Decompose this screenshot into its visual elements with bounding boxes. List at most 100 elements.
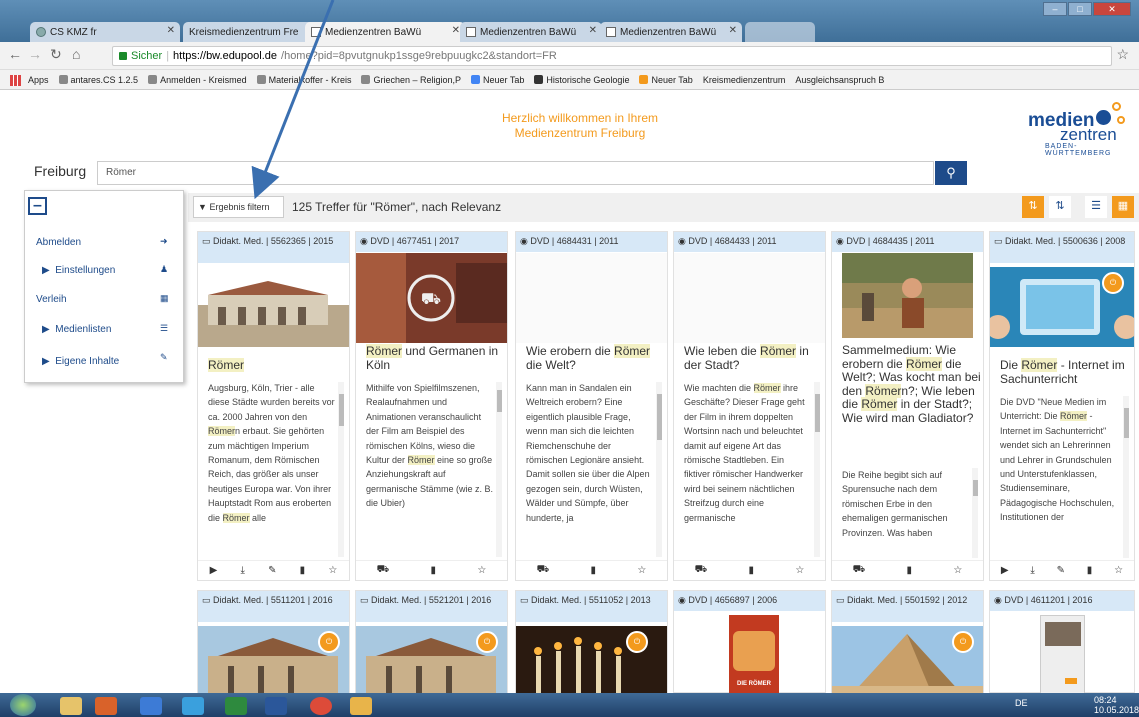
search-button[interactable]: ⚲ — [935, 161, 967, 185]
url-input[interactable]: Sicher | https://bw.edupool.de/home?pid=… — [112, 46, 1112, 66]
card-thumbnail[interactable]: DIE RÖMER — [729, 615, 779, 694]
bookmark-item[interactable]: Anmelden - Kreismed — [148, 75, 247, 85]
result-card[interactable]: ▭ Didakt. Med. | 5511052 | 2013 ⏻ — [515, 590, 668, 694]
result-card[interactable]: ▭ Didakt. Med. | 5562365 | 2015 Römer Au… — [197, 231, 350, 581]
scrollbar[interactable] — [1123, 396, 1129, 558]
sidebar-item-einstellungen[interactable]: ▶ Einstellungen — [42, 265, 115, 276]
excel-icon[interactable] — [225, 697, 247, 715]
bookmark-item[interactable]: Neuer Tab — [471, 75, 524, 85]
apps-icon[interactable] — [10, 75, 21, 86]
chrome-icon[interactable] — [310, 697, 332, 715]
system-clock[interactable]: 08:24 10.05.2018 — [1094, 695, 1139, 715]
forward-icon[interactable]: → — [28, 46, 42, 62]
document-icon[interactable]: ▮ — [431, 565, 437, 576]
scrollbar[interactable] — [972, 468, 978, 558]
bookmark-item[interactable]: Kreismedienzentrum — [703, 75, 786, 85]
download-icon[interactable]: ⤓ — [1030, 565, 1034, 576]
card-thumbnail[interactable] — [1040, 615, 1085, 694]
edit-icon[interactable]: ✎ — [1057, 565, 1065, 576]
word-icon[interactable] — [265, 697, 287, 715]
ie-icon[interactable] — [182, 697, 204, 715]
card-title[interactable]: Sammelmedium: Wie erobern die Römer die … — [842, 343, 982, 425]
card-thumbnail[interactable]: ⛟ — [356, 253, 507, 343]
bookmark-item[interactable]: Apps — [28, 75, 49, 85]
result-card[interactable]: ◉ DVD | 4656897 | 2006 DIE RÖMER — [673, 590, 826, 694]
close-icon[interactable]: ✕ — [452, 25, 460, 36]
star-icon[interactable]: ☆ — [1114, 565, 1123, 576]
result-card[interactable]: ◉ DVD | 4677451 | 2017 ⛟ Römer und Germa… — [355, 231, 508, 581]
document-icon[interactable]: ▮ — [1087, 565, 1093, 576]
result-card[interactable]: ◉ DVD | 4611201 | 2016 — [989, 590, 1135, 694]
play-icon[interactable]: ▶ — [1001, 565, 1009, 576]
document-icon[interactable]: ▮ — [749, 565, 755, 576]
document-icon[interactable]: ▮ — [591, 565, 597, 576]
maximize-icon[interactable]: □ — [1068, 2, 1092, 16]
result-card[interactable]: ◉ DVD | 4684435 | 2011 Sammelmedium: Wie… — [831, 231, 984, 581]
star-icon[interactable]: ☆ — [477, 565, 486, 576]
cart-icon[interactable]: ⛟ — [537, 564, 550, 577]
result-card[interactable]: ▭ Didakt. Med. | 5500636 | 2008 ⏻ Die Rö… — [989, 231, 1135, 581]
scrollbar[interactable] — [496, 382, 502, 557]
result-card[interactable]: ▭ Didakt. Med. | 5501592 | 2012 ⏻ — [831, 590, 984, 694]
browser-tab[interactable]: CS KMZ fr ✕ — [30, 22, 180, 42]
sidebar-item-verleih[interactable]: Verleih — [36, 294, 67, 305]
card-title[interactable]: Die Römer - Internet im Sachunterricht — [1000, 358, 1130, 386]
search-input[interactable]: Römer — [97, 161, 934, 185]
google-icon[interactable] — [140, 697, 162, 715]
star-icon[interactable]: ☆ — [953, 565, 962, 576]
card-thumbnail[interactable] — [674, 253, 825, 343]
card-thumbnail[interactable] — [832, 253, 983, 338]
download-icon[interactable]: ⤓ — [240, 565, 244, 576]
bookmark-item[interactable]: Materialkoffer - Kreis — [256, 75, 351, 85]
bookmark-item[interactable]: Historische Geologie — [534, 75, 629, 85]
grid-view-icon[interactable]: ▦ — [1112, 196, 1134, 218]
browser-tab[interactable]: Medienzentren BaWü ✕ — [460, 22, 602, 42]
reload-icon[interactable]: ↻ — [50, 46, 62, 63]
browser-tab[interactable]: Kreismedienzentrum Fre✕ — [183, 22, 321, 42]
result-card[interactable]: ◉ DVD | 4684433 | 2011 Wie leben die Röm… — [673, 231, 826, 581]
bookmark-item[interactable]: Neuer Tab — [639, 75, 693, 85]
filter-results-button[interactable]: ▼ Ergebnis filtern — [193, 196, 284, 218]
result-card[interactable]: ▭ Didakt. Med. | 5521201 | 2016 ⏻ — [355, 590, 508, 694]
medienzentren-logo[interactable]: medien zentren BADEN-WÜRTTEMBERG — [1000, 100, 1135, 157]
cart-icon[interactable]: ⛟ — [853, 564, 866, 577]
sidebar-item-abmelden[interactable]: Abmelden — [36, 237, 81, 248]
language-indicator[interactable]: DE — [1015, 698, 1028, 708]
star-icon[interactable]: ☆ — [637, 565, 646, 576]
close-icon[interactable]: ✕ — [729, 25, 737, 36]
sidebar-item-medienlisten[interactable]: ▶ Medienlisten — [42, 324, 111, 335]
browser-tab-active[interactable]: Medienzentren BaWü ✕ — [305, 22, 465, 42]
play-icon[interactable]: ▶ — [210, 565, 218, 576]
browser-tab[interactable]: Medienzentren BaWü ✕ — [600, 22, 742, 42]
explorer-icon[interactable] — [60, 697, 82, 715]
sidebar-item-eigene-inhalte[interactable]: ▶ Eigene Inhalte — [42, 356, 119, 367]
close-window-icon[interactable]: ✕ — [1093, 2, 1131, 16]
cart-icon[interactable]: ⛟ — [377, 564, 390, 577]
close-icon[interactable]: ✕ — [167, 25, 175, 36]
scrollbar[interactable] — [814, 382, 820, 557]
home-icon[interactable]: ⌂ — [72, 46, 80, 62]
collapse-sidebar-button[interactable]: – — [28, 197, 47, 215]
sort-desc-icon[interactable]: ⇅ — [1022, 196, 1044, 218]
bookmark-star-icon[interactable]: ☆ — [1116, 46, 1129, 63]
bookmark-item[interactable]: Ausgleichsanspruch B — [795, 75, 884, 85]
card-title[interactable]: Wie erobern die Römer die Welt? — [526, 344, 666, 372]
scrollbar[interactable] — [338, 382, 344, 557]
star-icon[interactable]: ☆ — [795, 565, 804, 576]
minimize-icon[interactable]: – — [1043, 2, 1067, 16]
sort-asc-icon[interactable]: ⇅ — [1049, 196, 1071, 218]
scrollbar[interactable] — [656, 382, 662, 557]
start-button[interactable] — [10, 694, 36, 716]
bookmark-item[interactable]: antares.CS 1.2.5 — [58, 75, 138, 85]
card-title[interactable]: Wie leben die Römer in der Stadt? — [684, 344, 824, 372]
edit-icon[interactable]: ✎ — [268, 565, 276, 576]
app-icon[interactable] — [350, 697, 372, 715]
back-icon[interactable]: ← — [8, 46, 22, 62]
new-tab-button[interactable] — [745, 22, 815, 42]
document-icon[interactable]: ▮ — [300, 565, 306, 576]
bookmark-item[interactable]: Griechen – Religion,P — [361, 75, 461, 85]
card-title[interactable]: Römer — [208, 358, 348, 372]
list-view-icon[interactable]: ☰ — [1085, 196, 1107, 218]
result-card[interactable]: ▭ Didakt. Med. | 5511201 | 2016 ⏻ — [197, 590, 350, 694]
card-thumbnail[interactable] — [516, 253, 667, 343]
